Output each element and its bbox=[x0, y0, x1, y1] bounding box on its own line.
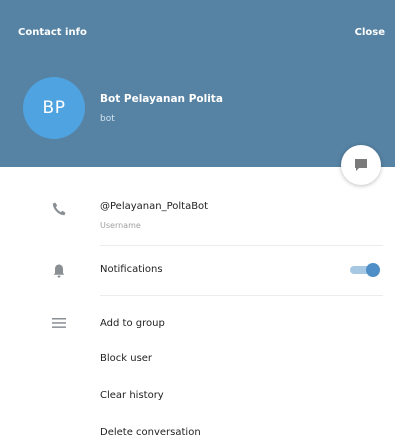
username-value[interactable]: @Pelayanan_PoltaBot bbox=[100, 201, 208, 212]
send-message-button[interactable] bbox=[341, 145, 381, 185]
contact-info-header: Contact info Close BP Bot Pelayanan Poli… bbox=[0, 0, 395, 167]
bell-icon bbox=[49, 261, 69, 281]
add-to-group-button[interactable]: Add to group bbox=[100, 318, 165, 329]
avatar-initials: BP bbox=[42, 98, 66, 118]
avatar: BP bbox=[23, 77, 85, 139]
phone-icon bbox=[49, 199, 69, 219]
notifications-toggle[interactable] bbox=[348, 263, 380, 277]
menu-icon bbox=[49, 313, 69, 333]
divider bbox=[100, 245, 383, 246]
toggle-knob bbox=[366, 263, 380, 277]
close-button[interactable]: Close bbox=[355, 27, 385, 38]
clear-history-button[interactable]: Clear history bbox=[100, 390, 164, 401]
notifications-label: Notifications bbox=[100, 264, 163, 275]
username-label: Username bbox=[100, 221, 141, 230]
chat-icon bbox=[353, 157, 369, 173]
profile-status: bot bbox=[100, 114, 115, 124]
delete-conversation-button[interactable]: Delete conversation bbox=[100, 427, 201, 438]
divider bbox=[100, 295, 383, 296]
header-title: Contact info bbox=[18, 27, 87, 38]
profile-name: Bot Pelayanan Polita bbox=[100, 93, 223, 105]
block-user-button[interactable]: Block user bbox=[100, 353, 152, 364]
